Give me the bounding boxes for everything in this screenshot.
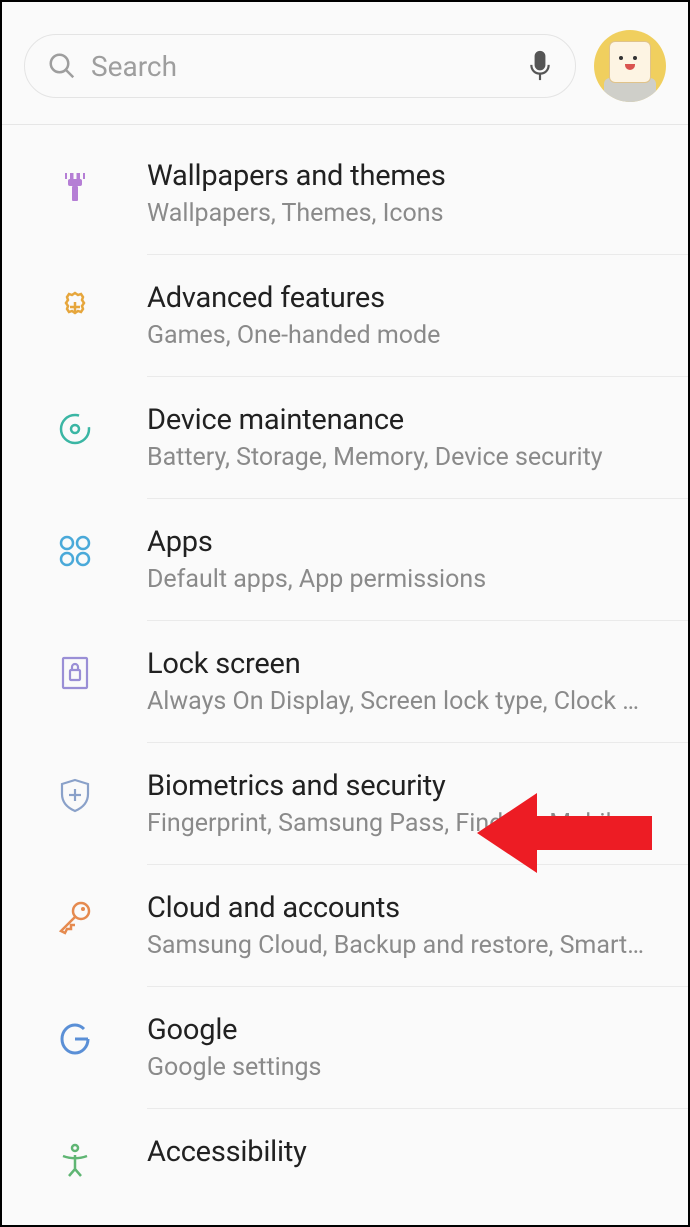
key-icon	[55, 897, 95, 937]
item-title: Google	[147, 1013, 648, 1047]
apps-grid-icon	[55, 531, 95, 571]
settings-item-biometrics[interactable]: Biometrics and security Fingerprint, Sam…	[2, 743, 660, 864]
accessibility-icon	[55, 1141, 95, 1181]
settings-item-accessibility[interactable]: Accessibility	[2, 1109, 660, 1207]
profile-avatar[interactable]	[594, 30, 666, 102]
search-bar[interactable]: Search	[24, 34, 576, 98]
settings-item-advanced[interactable]: Advanced features Games, One-handed mode	[2, 255, 660, 376]
item-title: Wallpapers and themes	[147, 159, 648, 193]
settings-list: Wallpapers and themes Wallpapers, Themes…	[2, 125, 688, 1207]
item-title: Apps	[147, 525, 648, 559]
search-placeholder: Search	[91, 50, 513, 83]
mic-icon[interactable]	[527, 49, 553, 83]
item-subtitle: Samsung Cloud, Backup and restore, Smart…	[147, 931, 648, 960]
search-header: Search	[2, 2, 688, 125]
refresh-circle-icon	[55, 409, 95, 449]
item-subtitle: Google settings	[147, 1053, 648, 1082]
item-subtitle: Battery, Storage, Memory, Device securit…	[147, 443, 648, 472]
item-title: Biometrics and security	[147, 769, 648, 803]
item-subtitle: Wallpapers, Themes, Icons	[147, 199, 648, 228]
item-subtitle: Always On Display, Screen lock type, Clo…	[147, 687, 648, 716]
paintbrush-icon	[55, 165, 95, 205]
settings-item-wallpapers[interactable]: Wallpapers and themes Wallpapers, Themes…	[2, 133, 660, 254]
settings-item-cloud[interactable]: Cloud and accounts Samsung Cloud, Backup…	[2, 865, 660, 986]
item-title: Cloud and accounts	[147, 891, 648, 925]
item-title: Lock screen	[147, 647, 648, 681]
gear-plus-icon	[55, 287, 95, 327]
item-subtitle: Games, One-handed mode	[147, 321, 648, 350]
search-icon	[47, 51, 77, 81]
settings-item-lockscreen[interactable]: Lock screen Always On Display, Screen lo…	[2, 621, 660, 742]
shield-plus-icon	[55, 775, 95, 815]
lock-icon	[55, 653, 95, 693]
item-subtitle: Fingerprint, Samsung Pass, Find My Mobil…	[147, 809, 648, 838]
item-subtitle: Default apps, App permissions	[147, 565, 648, 594]
item-title: Advanced features	[147, 281, 648, 315]
item-title: Accessibility	[147, 1135, 648, 1169]
settings-item-maintenance[interactable]: Device maintenance Battery, Storage, Mem…	[2, 377, 660, 498]
google-icon	[55, 1019, 95, 1059]
settings-item-google[interactable]: Google Google settings	[2, 987, 660, 1108]
item-title: Device maintenance	[147, 403, 648, 437]
settings-item-apps[interactable]: Apps Default apps, App permissions	[2, 499, 660, 620]
